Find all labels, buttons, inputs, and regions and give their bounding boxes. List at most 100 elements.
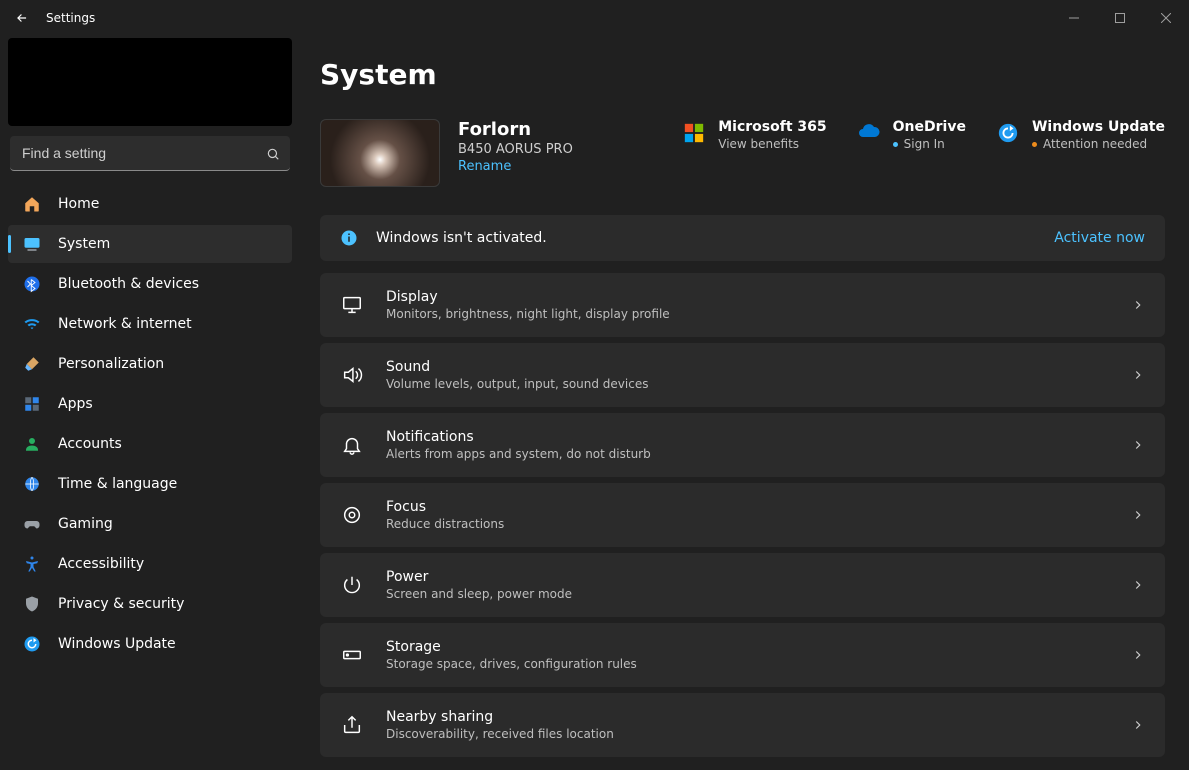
card-sub: Monitors, brightness, night light, displ… <box>386 307 670 321</box>
sidebar-item-accounts[interactable]: Accounts <box>8 425 292 463</box>
sidebar-item-personalization[interactable]: Personalization <box>8 345 292 383</box>
search-wrap <box>10 136 290 171</box>
dot-icon <box>1032 142 1037 147</box>
sidebar-item-apps[interactable]: Apps <box>8 385 292 423</box>
sidebar-item-label: Windows Update <box>58 636 176 652</box>
sidebar-item-label: Bluetooth & devices <box>58 276 199 292</box>
sidebar-item-privacy[interactable]: Privacy & security <box>8 585 292 623</box>
activation-banner: Windows isn't activated. Activate now <box>320 215 1165 261</box>
card-sub: Alerts from apps and system, do not dist… <box>386 447 651 461</box>
sidebar-item-label: Accounts <box>58 436 122 452</box>
card-title: Notifications <box>386 429 651 445</box>
status-title: OneDrive <box>893 119 966 135</box>
globe-icon <box>22 474 42 494</box>
card-sub: Reduce distractions <box>386 517 504 531</box>
search-input[interactable] <box>10 136 290 171</box>
sidebar-item-bluetooth[interactable]: Bluetooth & devices <box>8 265 292 303</box>
card-nearby[interactable]: Nearby sharing Discoverability, received… <box>320 693 1165 757</box>
search-icon <box>266 147 280 161</box>
sidebar-item-label: System <box>58 236 110 252</box>
chevron-right-icon <box>1131 298 1145 312</box>
window-controls <box>1051 0 1189 36</box>
title-bar: Settings <box>0 0 1189 36</box>
user-area <box>8 38 292 126</box>
banner-message: Windows isn't activated. <box>376 230 547 246</box>
wifi-icon <box>22 314 42 334</box>
card-storage[interactable]: Storage Storage space, drives, configura… <box>320 623 1165 687</box>
status-sub: Sign In <box>904 137 945 151</box>
sidebar-item-label: Apps <box>58 396 93 412</box>
card-title: Storage <box>386 639 637 655</box>
status-update[interactable]: Windows Update Attention needed <box>996 119 1165 151</box>
pc-name: Forlorn <box>458 119 573 140</box>
card-display[interactable]: Display Monitors, brightness, night ligh… <box>320 273 1165 337</box>
monitor-icon <box>340 293 364 317</box>
nav: Home System Bluetooth & devices Network … <box>8 185 292 663</box>
chevron-right-icon <box>1131 438 1145 452</box>
sidebar-item-label: Personalization <box>58 356 164 372</box>
card-sub: Storage space, drives, configuration rul… <box>386 657 637 671</box>
brush-icon <box>22 354 42 374</box>
activate-link[interactable]: Activate now <box>1054 230 1145 246</box>
card-sub: Discoverability, received files location <box>386 727 614 741</box>
status-sub: Attention needed <box>1043 137 1147 151</box>
sidebar-item-home[interactable]: Home <box>8 185 292 223</box>
update-icon <box>22 634 42 654</box>
sidebar-item-gaming[interactable]: Gaming <box>8 505 292 543</box>
chevron-right-icon <box>1131 718 1145 732</box>
status-title: Windows Update <box>1032 119 1165 135</box>
chevron-right-icon <box>1131 648 1145 662</box>
card-sub: Volume levels, output, input, sound devi… <box>386 377 648 391</box>
card-power[interactable]: Power Screen and sleep, power mode <box>320 553 1165 617</box>
sidebar: Home System Bluetooth & devices Network … <box>0 36 300 770</box>
status-onedrive[interactable]: OneDrive Sign In <box>857 119 966 151</box>
status-title: Microsoft 365 <box>718 119 826 135</box>
card-title: Focus <box>386 499 504 515</box>
card-title: Sound <box>386 359 648 375</box>
status-m365[interactable]: Microsoft 365 View benefits <box>682 119 826 151</box>
apps-icon <box>22 394 42 414</box>
gamepad-icon <box>22 514 42 534</box>
dot-icon <box>893 142 898 147</box>
card-title: Display <box>386 289 670 305</box>
sidebar-item-label: Privacy & security <box>58 596 184 612</box>
close-button[interactable] <box>1143 0 1189 36</box>
window-title: Settings <box>46 11 95 25</box>
minimize-button[interactable] <box>1051 0 1097 36</box>
sidebar-item-accessibility[interactable]: Accessibility <box>8 545 292 583</box>
sidebar-item-system[interactable]: System <box>8 225 292 263</box>
rename-link[interactable]: Rename <box>458 159 573 174</box>
update-icon <box>996 121 1020 145</box>
home-icon <box>22 194 42 214</box>
sidebar-item-label: Accessibility <box>58 556 144 572</box>
status-sub: View benefits <box>718 137 826 151</box>
chevron-right-icon <box>1131 368 1145 382</box>
sidebar-item-label: Home <box>58 196 99 212</box>
onedrive-icon <box>857 121 881 145</box>
chevron-right-icon <box>1131 508 1145 522</box>
accessibility-icon <box>22 554 42 574</box>
sidebar-item-label: Gaming <box>58 516 113 532</box>
system-header: Forlorn B450 AORUS PRO Rename Microsoft … <box>320 119 1165 187</box>
sidebar-item-network[interactable]: Network & internet <box>8 305 292 343</box>
sidebar-item-label: Network & internet <box>58 316 192 332</box>
card-sound[interactable]: Sound Volume levels, output, input, soun… <box>320 343 1165 407</box>
share-icon <box>340 713 364 737</box>
sidebar-item-label: Time & language <box>58 476 177 492</box>
page-title: System <box>320 58 1165 91</box>
card-notifications[interactable]: Notifications Alerts from apps and syste… <box>320 413 1165 477</box>
focus-icon <box>340 503 364 527</box>
sidebar-item-update[interactable]: Windows Update <box>8 625 292 663</box>
info-icon <box>340 229 358 247</box>
shield-icon <box>22 594 42 614</box>
chevron-right-icon <box>1131 578 1145 592</box>
card-sub: Screen and sleep, power mode <box>386 587 572 601</box>
card-focus[interactable]: Focus Reduce distractions <box>320 483 1165 547</box>
bell-icon <box>340 433 364 457</box>
pc-info: Forlorn B450 AORUS PRO Rename <box>458 119 573 174</box>
sidebar-item-time[interactable]: Time & language <box>8 465 292 503</box>
system-icon <box>22 234 42 254</box>
back-button[interactable] <box>12 11 32 25</box>
maximize-button[interactable] <box>1097 0 1143 36</box>
storage-icon <box>340 643 364 667</box>
